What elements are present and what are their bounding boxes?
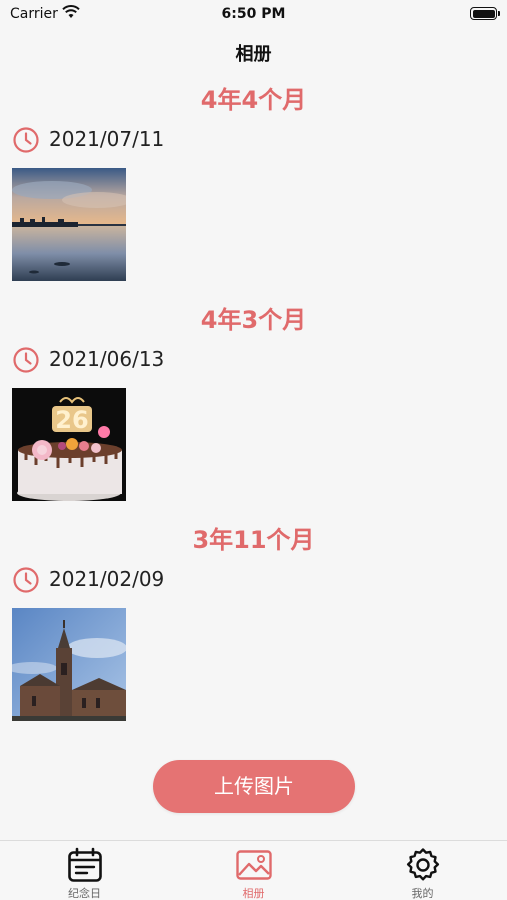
church-tower-photo[interactable]	[12, 608, 126, 721]
tab-album[interactable]: 相册	[169, 841, 338, 900]
birthday-cake-photo[interactable]: 26	[12, 388, 126, 501]
tab-mine[interactable]: 我的	[338, 841, 507, 900]
photo-album-icon	[236, 850, 272, 880]
page-title: 相册	[235, 44, 272, 65]
svg-text:26: 26	[55, 406, 88, 434]
clock-icon	[13, 347, 39, 373]
status-bar: Carrier 6:50 PM	[0, 0, 507, 28]
upload-photo-button[interactable]: 上传图片	[153, 760, 355, 813]
battery-icon	[470, 7, 500, 20]
date-label: 2021/07/11	[49, 127, 165, 151]
date-label: 2021/02/09	[49, 567, 165, 591]
tab-label: 我的	[411, 887, 434, 900]
sunset-lake-photo[interactable]	[12, 168, 126, 281]
tab-label: 相册	[242, 887, 265, 900]
calendar-icon	[68, 847, 102, 882]
tab-anniversary[interactable]: 纪念日	[0, 841, 169, 900]
duration-label: 4年4个月	[200, 86, 307, 114]
tab-label: 纪念日	[68, 887, 101, 900]
date-label: 2021/06/13	[49, 347, 165, 371]
tab-bar: 纪念日 相册 我的	[0, 840, 507, 900]
clock-icon	[13, 567, 39, 593]
clock-icon	[13, 127, 39, 153]
status-time: 6:50 PM	[221, 6, 286, 22]
duration-label: 3年11个月	[192, 526, 315, 554]
settings-gear-icon	[406, 848, 440, 881]
duration-label: 4年3个月	[200, 306, 307, 334]
